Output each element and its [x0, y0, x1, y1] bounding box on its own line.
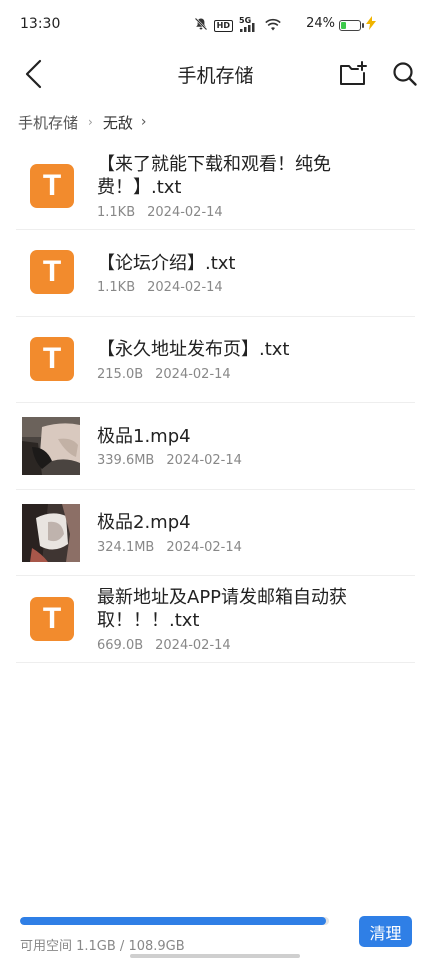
file-name: 【永久地址发布页】.txt	[97, 339, 290, 360]
charging-icon	[365, 16, 377, 34]
file-date: 2024-02-14	[147, 280, 223, 295]
status-icons: HD 5G	[194, 16, 281, 34]
mute-icon	[194, 17, 208, 34]
breadcrumb-current[interactable]: 无敌	[103, 112, 133, 133]
file-size: 1.1KB	[97, 280, 136, 295]
txt-file-icon: T	[30, 250, 74, 294]
txt-file-icon: T	[30, 597, 74, 641]
status-bar: 13:30 HD 5G 24%	[0, 0, 431, 50]
storage-usage-bar	[20, 917, 329, 925]
file-name: 极品2.mp4	[97, 512, 191, 533]
file-date: 2024-02-14	[147, 205, 223, 220]
file-size: 215.0B	[97, 367, 144, 382]
file-meta: 324.1MB 2024-02-14	[97, 540, 242, 555]
video-thumbnail	[22, 417, 80, 475]
home-indicator	[130, 954, 300, 958]
file-date: 2024-02-14	[155, 367, 231, 382]
file-row[interactable]: 极品2.mp4 324.1MB 2024-02-14	[16, 490, 415, 576]
status-time: 13:30	[20, 16, 61, 32]
file-meta: 339.6MB 2024-02-14	[97, 453, 242, 468]
file-date: 2024-02-14	[166, 453, 242, 468]
file-row[interactable]: 极品1.mp4 339.6MB 2024-02-14	[16, 403, 415, 490]
file-list: T 【来了就能下载和观看！纯免费！】.txt 1.1KB 2024-02-14 T…	[16, 144, 415, 663]
file-row[interactable]: T 【永久地址发布页】.txt 215.0B 2024-02-14	[16, 317, 415, 403]
video-thumbnail	[22, 504, 80, 562]
chevron-right-icon: ›	[140, 114, 147, 130]
file-size: 669.0B	[97, 638, 144, 653]
file-meta: 669.0B 2024-02-14	[97, 638, 231, 653]
txt-file-icon: T	[30, 337, 74, 381]
file-date: 2024-02-14	[166, 540, 242, 555]
txt-file-icon: T	[30, 164, 74, 208]
storage-usage-fill	[20, 917, 326, 925]
search-button[interactable]	[387, 56, 423, 92]
battery-icon	[339, 20, 361, 31]
file-size: 339.6MB	[97, 453, 155, 468]
wifi-icon	[265, 18, 281, 34]
search-icon	[393, 62, 417, 86]
file-meta: 215.0B 2024-02-14	[97, 367, 231, 382]
storage-text: 可用空间 1.1GB / 108.9GB	[20, 939, 185, 954]
new-folder-button[interactable]	[335, 56, 371, 92]
hd-icon: HD	[213, 19, 233, 32]
clean-button[interactable]: 清理	[359, 916, 412, 947]
battery-tip	[362, 23, 364, 28]
file-row[interactable]: T 【论坛介绍】.txt 1.1KB 2024-02-14	[16, 230, 415, 317]
breadcrumb-separator-icon: ›	[88, 115, 93, 129]
file-meta: 1.1KB 2024-02-14	[97, 205, 223, 220]
file-name: 【论坛介绍】.txt	[97, 253, 236, 274]
file-row[interactable]: T 最新地址及APP请发邮箱自动获取！！！.txt 669.0B 2024-02-…	[16, 576, 415, 663]
file-size: 324.1MB	[97, 540, 155, 555]
breadcrumb: 手机存储 › 无敌 ›	[18, 110, 146, 134]
file-date: 2024-02-14	[155, 638, 231, 653]
file-row[interactable]: T 【来了就能下载和观看！纯免费！】.txt 1.1KB 2024-02-14	[16, 144, 415, 230]
breadcrumb-root[interactable]: 手机存储	[18, 112, 78, 133]
file-meta: 1.1KB 2024-02-14	[97, 280, 223, 295]
file-name: 最新地址及APP请发邮箱自动获取！！！.txt	[97, 587, 348, 631]
file-size: 1.1KB	[97, 205, 136, 220]
file-name: 极品1.mp4	[97, 426, 191, 447]
app-header: 手机存储	[0, 50, 431, 96]
file-name: 【来了就能下载和观看！纯免费！】.txt	[97, 154, 331, 198]
battery-percent: 24%	[306, 16, 335, 31]
new-folder-icon	[340, 61, 367, 85]
signal-icon: 5G	[239, 16, 259, 33]
